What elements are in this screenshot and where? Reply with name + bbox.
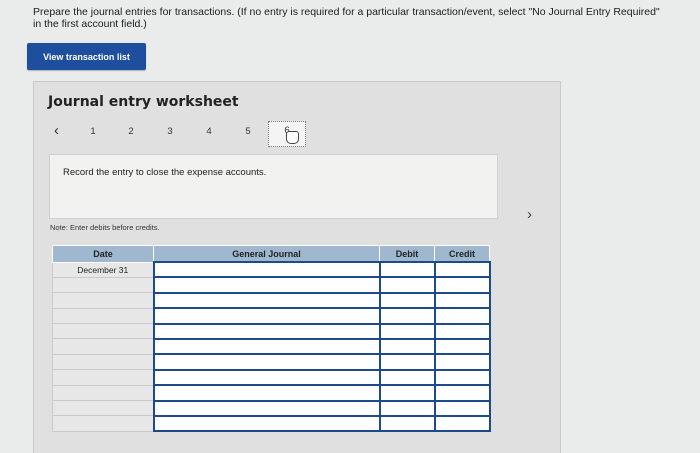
table-row: [52, 307, 491, 325]
date-cell: [52, 415, 154, 432]
credit-cell[interactable]: [433, 368, 491, 387]
credit-cell[interactable]: [433, 276, 491, 294]
debit-cell[interactable]: [378, 276, 436, 294]
debit-cell[interactable]: [378, 353, 436, 371]
date-cell: [52, 292, 154, 309]
account-cell[interactable]: [152, 276, 381, 294]
table-row: December 31: [52, 260, 491, 279]
date-cell: [52, 353, 154, 371]
account-cell[interactable]: [152, 399, 381, 417]
note-text: Note: Enter debits before credits.: [50, 223, 160, 232]
page-2-tab[interactable]: 2: [124, 126, 138, 137]
table-row: [52, 384, 491, 402]
table-row: [52, 276, 491, 294]
credit-cell[interactable]: [433, 353, 491, 371]
account-cell[interactable]: [152, 307, 381, 325]
credit-cell[interactable]: [433, 322, 491, 340]
date-cell: [52, 338, 154, 355]
table-row: [52, 337, 491, 356]
date-cell: [52, 369, 154, 386]
table-row: [52, 291, 491, 310]
view-transaction-list-button[interactable]: View transaction list: [27, 43, 146, 70]
date-cell: [52, 323, 154, 340]
debit-column-header: Debit: [379, 245, 435, 263]
prev-chevron-icon[interactable]: ‹: [54, 122, 59, 139]
debit-cell[interactable]: [378, 307, 436, 325]
debit-cell[interactable]: [378, 384, 436, 402]
debit-cell[interactable]: [378, 368, 436, 387]
debit-cell[interactable]: [378, 322, 436, 340]
table-row: [52, 353, 491, 371]
credit-cell[interactable]: [433, 384, 491, 402]
debit-cell[interactable]: [378, 414, 436, 433]
table-row: [52, 399, 491, 417]
credit-cell[interactable]: [433, 291, 491, 310]
debit-cell[interactable]: [378, 260, 436, 279]
date-cell: [52, 276, 154, 294]
credit-cell[interactable]: [433, 399, 491, 417]
record-entry-text: Record the entry to close the expense ac…: [63, 167, 267, 178]
account-cell[interactable]: [152, 337, 381, 356]
credit-cell[interactable]: [433, 337, 491, 356]
hand-cursor-icon: [286, 131, 299, 144]
credit-column-header: Credit: [434, 245, 490, 263]
account-cell[interactable]: [152, 291, 381, 310]
credit-cell[interactable]: [433, 260, 491, 279]
journal-table: Date General Journal Debit Credit Decemb…: [52, 245, 491, 433]
date-column-header: Date: [52, 245, 154, 263]
general-journal-column-header: General Journal: [153, 245, 380, 263]
date-cell: [52, 400, 154, 417]
record-entry-box: Record the entry to close the expense ac…: [49, 154, 498, 219]
debit-cell[interactable]: [378, 337, 436, 356]
date-cell: [52, 384, 154, 402]
page-1-tab[interactable]: 1: [86, 126, 100, 137]
account-cell[interactable]: [152, 353, 381, 371]
debit-cell[interactable]: [378, 291, 436, 310]
worksheet-title: Journal entry worksheet: [48, 94, 239, 110]
instructions-text: Prepare the journal entries for transact…: [33, 6, 660, 30]
date-cell: [52, 307, 154, 325]
table-row: [52, 414, 491, 433]
table-row: [52, 322, 491, 340]
date-cell: December 31: [52, 261, 154, 278]
credit-cell[interactable]: [433, 307, 491, 325]
page-5-tab[interactable]: 5: [241, 126, 255, 137]
account-cell[interactable]: [152, 384, 381, 402]
account-cell[interactable]: [152, 260, 381, 279]
credit-cell[interactable]: [433, 414, 491, 433]
debit-cell[interactable]: [378, 399, 436, 417]
next-chevron-icon[interactable]: ›: [527, 206, 532, 223]
account-cell[interactable]: [152, 322, 381, 340]
page-6-tab[interactable]: 6: [268, 121, 306, 147]
account-cell[interactable]: [152, 368, 381, 387]
table-row: [52, 368, 491, 387]
page-4-tab[interactable]: 4: [202, 126, 216, 137]
page-3-tab[interactable]: 3: [163, 126, 177, 137]
journal-entry-worksheet: Journal entry worksheet ‹ › 1 2 3 4 5 6 …: [33, 81, 561, 453]
account-cell[interactable]: [152, 414, 381, 433]
